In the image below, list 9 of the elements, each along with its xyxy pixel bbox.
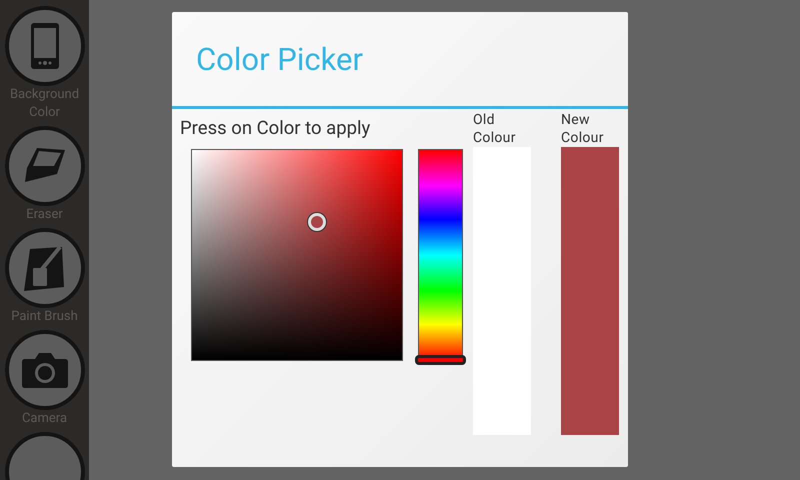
camera-icon (20, 351, 68, 389)
hue-slider-handle[interactable] (415, 355, 466, 365)
instruction-text: Press on Color to apply (180, 117, 372, 139)
picker-cursor[interactable] (308, 212, 326, 231)
old-colour-label: Old Colour (473, 111, 517, 147)
saturation-value-picker[interactable] (191, 149, 403, 361)
phone-icon (30, 22, 60, 70)
new-colour-label: New Colour (561, 111, 605, 147)
dialog-title: Color Picker (196, 40, 363, 78)
